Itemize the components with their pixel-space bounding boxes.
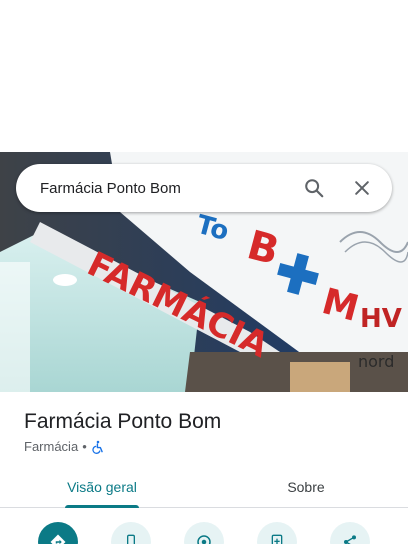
place-category: Farmácia [24, 439, 79, 454]
save-icon [271, 534, 283, 544]
share-icon [344, 535, 356, 544]
side-sign-letters: HV [360, 304, 402, 334]
separator-dot: • [82, 439, 87, 454]
action-row [0, 522, 408, 544]
tab-about-label: Sobre [287, 478, 325, 495]
blank-header-area [0, 0, 408, 152]
nearby-button[interactable] [184, 522, 224, 544]
search-bar[interactable]: Farmácia Ponto Bom [16, 164, 392, 212]
place-title: Farmácia Ponto Bom [24, 410, 222, 433]
phone-icon [127, 534, 135, 544]
clear-search-button[interactable] [338, 164, 386, 212]
search-input[interactable]: Farmácia Ponto Bom [16, 180, 290, 197]
wheelchair-accessible-icon [91, 440, 105, 454]
search-icon [305, 179, 324, 198]
tab-about[interactable]: Sobre [204, 466, 408, 507]
search-button[interactable] [290, 164, 338, 212]
share-button[interactable] [330, 522, 370, 544]
call-button[interactable] [111, 522, 151, 544]
active-tab-indicator [65, 505, 139, 508]
directions-icon [50, 534, 66, 544]
side-sign-small: nord [358, 352, 394, 371]
directions-button[interactable] [38, 522, 78, 544]
save-button[interactable] [257, 522, 297, 544]
place-header: Farmácia Ponto Bom Farmácia • [24, 408, 394, 456]
tab-overview[interactable]: Visão geral [0, 466, 204, 508]
location-icon [197, 535, 211, 544]
tab-bar: Visão geral Sobre [0, 466, 408, 508]
tab-overview-label: Visão geral [67, 478, 137, 495]
place-subtitle: Farmácia • [24, 438, 394, 456]
close-icon [355, 181, 369, 195]
